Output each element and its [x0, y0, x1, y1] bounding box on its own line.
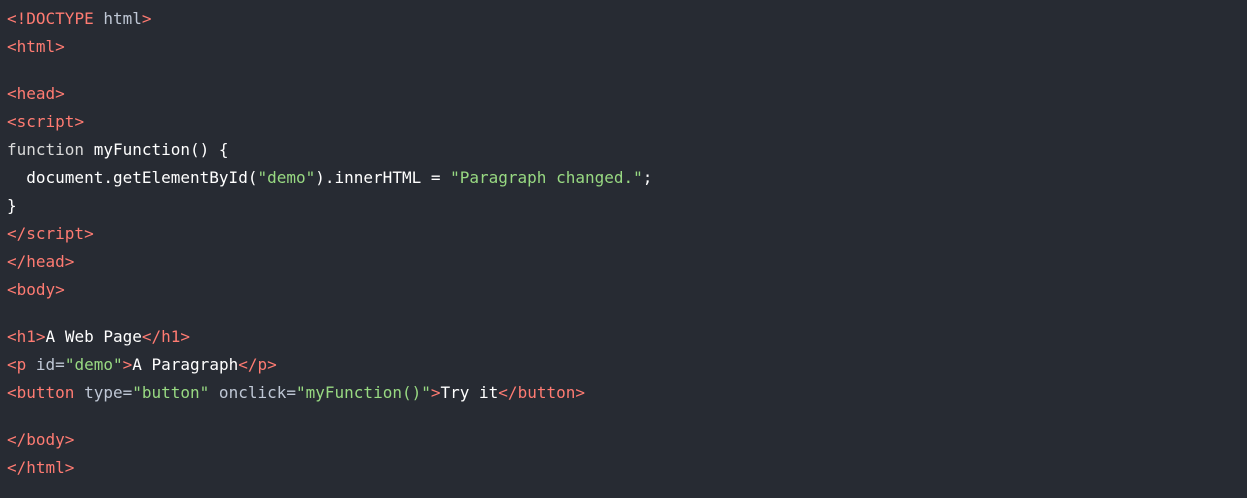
code-token: < [7, 84, 17, 103]
code-token: head [16, 84, 56, 103]
code-token: button [16, 383, 75, 402]
code-token: > [55, 84, 65, 103]
code-line: document.getElementById("demo").innerHTM… [7, 164, 1247, 192]
code-token: </ [7, 458, 27, 477]
code-block: <!DOCTYPE html> <html> <head> <script> funct… [0, 0, 1247, 498]
code-token: < [7, 9, 17, 28]
code-token: script [26, 224, 85, 243]
code-line: <head> [7, 80, 1247, 108]
code-token: < [7, 112, 17, 131]
code-token: "demo" [257, 168, 316, 187]
code-line: <h1>A Web Page</h1> [7, 323, 1247, 351]
code-token: > [74, 112, 85, 131]
code-token: head [26, 252, 65, 271]
code-token: } [7, 196, 17, 215]
code-token: < [7, 37, 17, 56]
code-token: < [7, 280, 17, 299]
code-line: function myFunction() { [7, 136, 1247, 164]
code-line: <button type="button" onclick="myFunctio… [7, 379, 1247, 407]
code-token: onclick= [209, 383, 296, 402]
code-token: html [26, 458, 65, 477]
code-line: <html> [7, 33, 1247, 61]
code-token: > [430, 383, 441, 402]
code-token: Try it [440, 383, 499, 402]
code-token: html [93, 9, 142, 28]
code-token: ; [642, 168, 653, 187]
code-token: body [16, 280, 56, 299]
code-token: > [35, 327, 46, 346]
code-token: </ [7, 252, 27, 271]
code-token: "demo" [64, 355, 123, 374]
code-line: </head> [7, 248, 1247, 276]
code-line: <!DOCTYPE html> [7, 5, 1247, 33]
code-token: </ [238, 355, 258, 374]
code-token: > [64, 252, 75, 271]
code-token: > [64, 430, 75, 449]
code-token: body [26, 430, 65, 449]
code-token: function [7, 140, 85, 159]
code-token: "myFunction()" [296, 383, 431, 402]
code-token: myFunction() { [84, 140, 229, 159]
code-token: h1 [161, 327, 181, 346]
code-token: id= [26, 355, 65, 374]
code-token: </ [7, 224, 27, 243]
code-token: > [180, 327, 191, 346]
code-token: A Web Page [45, 327, 142, 346]
code-token: script [16, 112, 75, 131]
code-line: <p id="demo">A Paragraph</p> [7, 351, 1247, 379]
code-token: h1 [16, 327, 36, 346]
code-token: < [7, 355, 17, 374]
code-token: > [267, 355, 277, 374]
code-line: </script> [7, 220, 1247, 248]
code-token: </ [498, 383, 518, 402]
code-line: </body> [7, 426, 1247, 454]
code-token: button [517, 383, 576, 402]
code-token: html [16, 37, 56, 56]
code-token: p [16, 355, 27, 374]
code-token: document.getElementById( [7, 168, 258, 187]
code-token: > [141, 9, 152, 28]
code-token: A Paragraph [132, 355, 239, 374]
code-line: } [7, 192, 1247, 220]
code-token: > [55, 37, 65, 56]
code-token: > [575, 383, 585, 402]
code-token: < [7, 327, 17, 346]
code-token: "Paragraph changed." [450, 168, 643, 187]
code-token: p [257, 355, 268, 374]
code-token: type= [74, 383, 133, 402]
code-token: </ [141, 327, 162, 346]
code-line: </html> [7, 454, 1247, 482]
code-token: </ [7, 430, 27, 449]
code-token: > [55, 280, 65, 299]
code-token: < [7, 383, 17, 402]
code-line: <body> [7, 276, 1247, 304]
code-line: <script> [7, 108, 1247, 136]
code-token: ).innerHTML = [315, 168, 451, 187]
code-token: > [84, 224, 94, 243]
code-token: > [122, 355, 133, 374]
code-token: "button" [132, 383, 210, 402]
code-token: !DOCTYPE [16, 9, 94, 28]
code-token: > [64, 458, 75, 477]
